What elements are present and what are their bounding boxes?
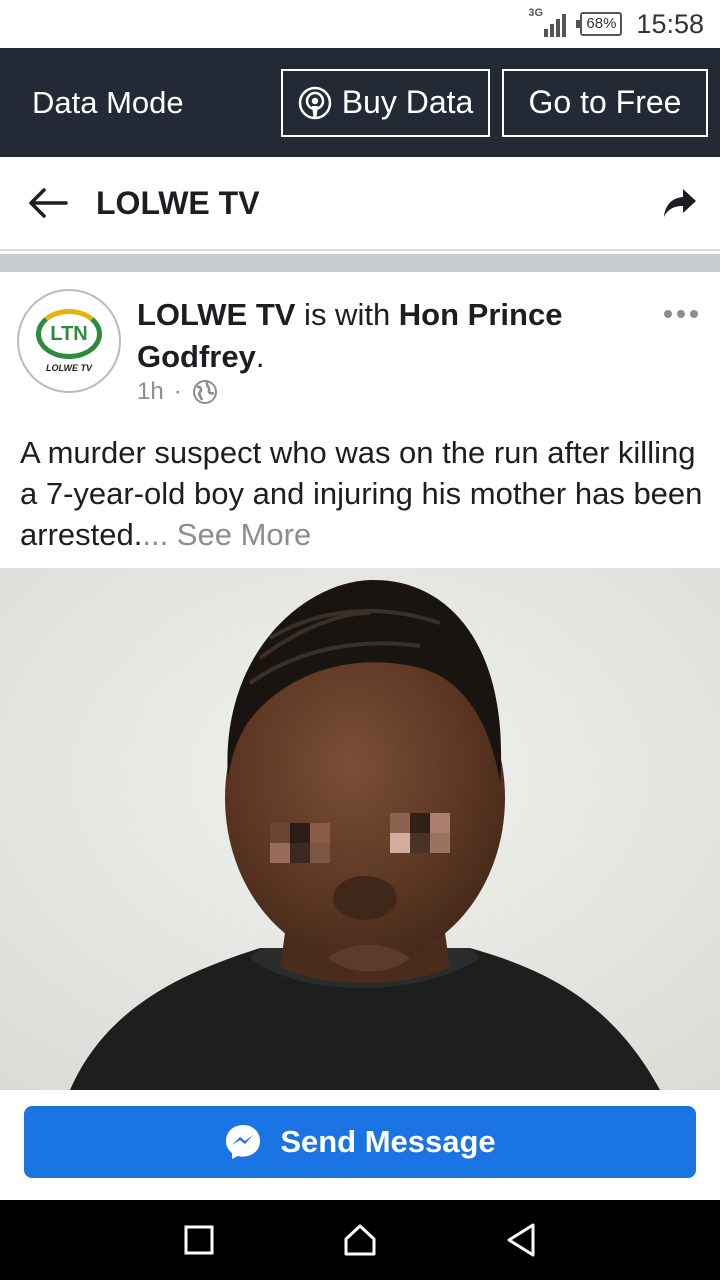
arrow-left-icon bbox=[29, 188, 68, 218]
section-divider bbox=[0, 254, 720, 272]
data-mode-label: Data Mode bbox=[32, 84, 184, 120]
avatar[interactable]: LTN LOLWE TV bbox=[17, 289, 121, 393]
data-mode-bar: Data Mode Buy Data Go to Free bbox=[0, 48, 720, 157]
globe-icon bbox=[192, 380, 217, 404]
messenger-icon bbox=[226, 1125, 261, 1159]
square-icon[interactable] bbox=[183, 1224, 215, 1256]
buy-data-label: Buy Data bbox=[341, 84, 474, 120]
post-header: LOLWE TV is with Hon Prince Godfrey. bbox=[137, 297, 563, 374]
send-message-bar: Send Message bbox=[0, 1090, 720, 1200]
post-time[interactable]: 1h bbox=[137, 378, 164, 406]
send-message-label: Send Message bbox=[280, 1124, 496, 1159]
more-dots-icon[interactable] bbox=[664, 310, 698, 318]
battery-indicator: 68% bbox=[576, 12, 623, 36]
page-title: LOLWE TV bbox=[96, 184, 260, 221]
buy-data-button[interactable]: Buy Data bbox=[281, 68, 490, 137]
post-text: A murder suspect who was on the run afte… bbox=[20, 435, 703, 552]
see-more-link[interactable]: See More bbox=[168, 517, 311, 552]
post-meta: 1h · bbox=[137, 378, 218, 406]
ltn-logo: LTN bbox=[36, 309, 102, 359]
triangle-back-icon[interactable] bbox=[505, 1222, 537, 1258]
share-button[interactable] bbox=[640, 156, 720, 250]
signal-icon: 3G bbox=[528, 7, 567, 37]
go-to-free-button[interactable]: Go to Free bbox=[502, 68, 708, 137]
status-bar: 3G 68% 15:58 bbox=[0, 0, 720, 48]
back-button[interactable] bbox=[0, 156, 96, 250]
share-arrow-icon bbox=[664, 189, 696, 217]
podcast-signal-icon bbox=[298, 86, 331, 119]
page-header: LOLWE TV bbox=[0, 157, 720, 251]
network-type: 3G bbox=[528, 7, 544, 19]
author-name[interactable]: LOLWE TV bbox=[137, 297, 295, 332]
photo-illustration bbox=[0, 568, 720, 1090]
home-icon[interactable] bbox=[342, 1223, 378, 1257]
clock: 15:58 bbox=[636, 8, 704, 39]
send-message-button[interactable]: Send Message bbox=[24, 1106, 696, 1178]
post-photo[interactable] bbox=[0, 568, 720, 1090]
system-nav-bar bbox=[0, 1200, 720, 1280]
with-text: is with bbox=[295, 297, 399, 332]
